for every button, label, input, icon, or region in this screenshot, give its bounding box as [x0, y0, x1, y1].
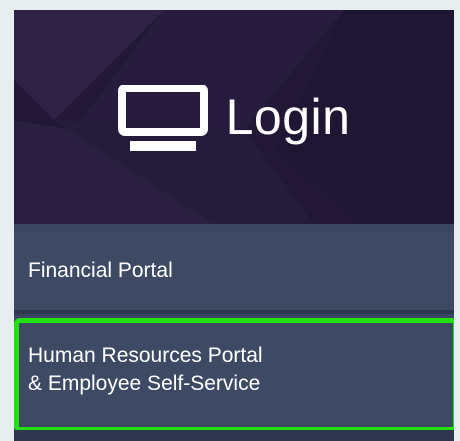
login-title: Login	[225, 89, 351, 145]
menu-item-label-line1: Human Resources Portal	[28, 344, 263, 367]
menu-item-label: Financial Portal	[28, 259, 173, 282]
login-banner[interactable]: Login	[14, 10, 454, 224]
login-panel: Login Financial Portal Human Resources P…	[14, 10, 454, 441]
monitor-icon	[117, 85, 208, 151]
menu-item-label-line2: & Employee Self-Service	[28, 372, 261, 395]
bottom-strip	[14, 430, 454, 441]
menu-item-financial-portal[interactable]: Financial Portal	[14, 232, 454, 310]
divider	[14, 310, 454, 314]
menu-item-hr-portal[interactable]: Human Resources Portal & Employee Self-S…	[14, 318, 454, 426]
